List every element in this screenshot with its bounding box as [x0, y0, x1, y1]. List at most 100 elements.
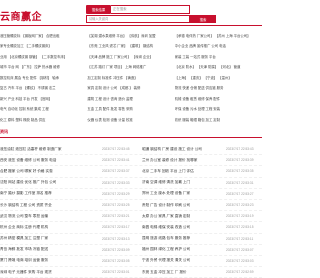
search-hint: 正在搜索	[111, 5, 190, 14]
search-category-tab[interactable]: 搜索结果	[86, 5, 111, 14]
news-date: 2023/7/17 22:53:45	[102, 147, 130, 152]
news-title[interactable]: 太原 办公 家具 厂家 直销 定制	[142, 214, 226, 219]
news-title[interactable]: 深圳 电子 元器件 采购 平台 现货	[0, 270, 102, 275]
news-row: 西安 液压 设备 维修 公司 服务 电话 2023/7/17 22:53:41 兰州…	[0, 155, 262, 167]
news-date: 2023/7/17 22:53:27	[226, 191, 254, 196]
top-link-row: 业用 【北京螺纹钢 钢管】 【二手数控车床】 【天津 品牌 施工 厂家公司】 【深…	[0, 51, 262, 62]
news-row: 长沙 钢结构 工程 公司 资质 齐全 2023/7/17 22:53:25 贵阳 广…	[0, 200, 262, 212]
top-link[interactable]: 家专业螺纹加工 【二手螺纹钢床】	[0, 43, 87, 48]
news-title[interactable]: 液压油缸 液压缸 活塞杆 维修 制造厂家	[0, 147, 102, 152]
news-row: 武汉 物流 公司 整车 零担 运输 2023/7/17 22:53:21 太原 办公…	[0, 211, 262, 223]
top-link[interactable]: 化工 原料 塑料 橡胶 制品 供应	[0, 117, 87, 122]
news-title[interactable]: 济南 空调 维修 清洗 加氟 上门	[142, 180, 226, 185]
news-date: 2023/7/17 22:53:03	[226, 258, 254, 263]
news-date: 2023/7/17 22:53:25	[102, 203, 130, 208]
news-date: 2023/7/17 22:53:37	[102, 169, 130, 174]
top-link-row: 城市 平台 网 【广东】 拉萨 热水器 维修 【江苏 路灯 厂家 项目】 上海 网…	[0, 62, 262, 73]
news-date: 2023/7/17 22:53:09	[102, 247, 130, 252]
news-title[interactable]: 沈阳 网站 建设 优化 推广 外包 公司	[0, 180, 102, 185]
top-link[interactable]: 五金 工具 配件 批发 零售 采购	[87, 106, 174, 111]
news-title[interactable]: 郑州 工业 废水 处理 设备 厂家	[142, 191, 226, 196]
news-date: 2023/7/17 22:53:35	[226, 169, 254, 174]
news-date: 2023/7/17 22:53:07	[226, 247, 254, 252]
news-row: 合肥 搬家 公司 哪家 好 价格 实惠 2023/7/17 22:53:37 北京 …	[0, 166, 262, 178]
top-link-row: 新兴 产业 科技 平台 开发 【官网】 建筑 工程 设计 咨询 造价 监理 机械 设…	[0, 93, 262, 104]
top-link[interactable]: 【承德 电伴热 厂家公司】 【苏州 上海 平台公司】	[175, 33, 262, 38]
news-row: 厦门 跨境 电商 培训 运营 服务 2023/7/17 22:53:05 宁波 外贸…	[0, 256, 262, 268]
search-button[interactable]: 搜索	[190, 15, 216, 23]
news-title[interactable]: 合肥 搬家 公司 哪家 好 价格 实惠	[0, 169, 102, 174]
news-title[interactable]: 昆明 旅游 线路 包车 服务 推荐	[142, 236, 226, 241]
news-title[interactable]: 贵阳 广告 设计 制作 印刷 公司	[142, 203, 226, 208]
top-link[interactable]: 家具 定制 设计 公司 【成都 】 装修	[87, 85, 174, 90]
news-date: 2023/7/17 22:53:13	[102, 236, 130, 241]
top-link[interactable]: 物流 快递 仓储 配送 供应链 服务	[175, 85, 262, 90]
top-link[interactable]: 加工定制 标准件 冲压件 【铸造】	[87, 75, 174, 80]
news-date: 2023/7/17 22:53:31	[226, 180, 254, 185]
site-logo[interactable]: 云商赢企	[0, 8, 42, 23]
news-date: 2023/7/17 22:53:23	[226, 203, 254, 208]
news-title[interactable]: 昭通 钢结构 厂房 建设 施工 设计 公司	[142, 147, 226, 152]
section-title: 资讯	[0, 129, 8, 134]
header-divider	[0, 25, 262, 26]
news-date: 2023/7/17 22:53:19	[226, 214, 254, 219]
news-date: 2023/7/17 22:53:29	[102, 191, 130, 196]
news-date: 2023/7/17 22:53:33	[102, 180, 130, 185]
news-title[interactable]: 西安 液压 设备 维修 公司 服务 电话	[0, 158, 102, 163]
news-date: 2023/7/17 22:53:41	[102, 158, 130, 163]
top-link-row: 电气 自动化 控制 系统 集成 工程 五金 工具 配件 批发 零售 采购 环保 设备…	[0, 104, 262, 115]
top-link-row: 液压管螺纹标 【钢板网厂家】 合肥出租 【芜湖 潜水泵维修 平台】 【伟航】深圳 …	[0, 30, 262, 41]
news-title[interactable]: 青岛 海鲜 批发 市场 冷链 配送	[0, 247, 102, 252]
news-row: 苏州 精密 模具 加工 注塑 厂家 2023/7/17 22:53:13 昆明 旅游…	[0, 234, 262, 245]
top-link[interactable]: 【芜湖 潜水泵维修 平台】 【伟航】深圳 加盟	[87, 33, 174, 38]
top-link-row: 家专业螺纹加工 【二手螺纹钢床】 【东莞 工业风 滤芯 厂家】 【建筑】 钢结构中…	[0, 41, 262, 52]
top-link[interactable]: 仪器 仪表 检测 设备 计量 校准	[87, 117, 174, 122]
news-title[interactable]: 南昌 电梯 维保 安装 改造 公司	[142, 225, 226, 230]
top-link[interactable]: 【东莞 工业风 滤芯 厂家】 【建筑】 钢结构	[87, 43, 174, 48]
top-link[interactable]: 数控机床 展会 专业 配件 【钢材】 轴承	[0, 75, 87, 80]
news-row: 杭州 企业 商标 注册 代理 机构 2023/7/17 22:53:17 南昌 电梯…	[0, 222, 262, 234]
top-link[interactable]: 电气 自动化 控制 系统 集成 工程	[0, 106, 87, 111]
top-link[interactable]: 复古 汽车 平台 【螺纹】 不锈钢 法兰	[0, 85, 87, 90]
news-row: 南宁 婚纱 摄影 工作室 排名 推荐 2023/7/17 22:53:29 郑州 工…	[0, 189, 262, 200]
top-link[interactable]: 【天津 品牌 施工 厂家公司】 【深圳 企业】	[87, 54, 174, 59]
news-title[interactable]: 宁波 外贸 代理 报关 清关 公司	[142, 258, 226, 263]
news-title[interactable]: 武汉 物流 公司 整车 零担 运输	[0, 214, 102, 219]
search-category-row: 搜索结果 正在搜索	[86, 5, 190, 14]
news-title[interactable]: 北京 二手车 回收 平台 上门 评估	[142, 169, 226, 174]
news-row: 青岛 海鲜 批发 市场 冷链 配送 2023/7/17 22:53:09 福州 园林…	[0, 245, 262, 256]
top-link[interactable]: 环保 设备 污水 处理 工程 安装	[175, 106, 262, 111]
news-title[interactable]: 杭州 企业 商标 注册 代理 机构	[0, 225, 102, 230]
top-link[interactable]: 机械 设备 租赁 维修 保养 配件	[175, 96, 262, 101]
news-date: 2023/7/17 22:53:43	[226, 147, 254, 152]
news-date: 2023/7/17 22:53:21	[102, 214, 130, 219]
news-row: 液压油缸 液压缸 活塞杆 维修 制造厂家 2023/7/17 22:53:45 昭通…	[0, 144, 262, 156]
news-title[interactable]: 兰州 办公室 装修 设计 报价 找哪家	[142, 158, 226, 163]
top-link-grid: 液压管螺纹标 【钢板网厂家】 合肥出租 【芜湖 潜水泵维修 平台】 【伟航】深圳 …	[0, 30, 262, 125]
top-link[interactable]: 【上海】 【重庆】 【宁波】 【温州】	[175, 75, 262, 80]
news-date: 2023/7/17 22:53:15	[226, 225, 254, 230]
news-title[interactable]: 厦门 跨境 电商 培训 运营 服务	[0, 258, 102, 263]
news-title[interactable]: 苏州 精密 模具 加工 注塑 厂家	[0, 236, 102, 241]
search-bar: 请输入关键词 搜索	[86, 15, 216, 23]
top-link[interactable]: 城市 平台 网 【广东】 拉萨 热水器 维修	[0, 64, 87, 69]
top-link[interactable]: 业用 【北京螺纹钢 钢管】 【二手数控车床】	[0, 54, 87, 59]
news-title[interactable]: 东莞 五金 冲压 加工 厂 报价	[142, 270, 226, 275]
news-title[interactable]: 南宁 婚纱 摄影 工作室 排名 推荐	[0, 191, 102, 196]
top-link-row: 数控机床 展会 专业 配件 【钢材】 轴承 加工定制 标准件 冲压件 【铸造】 【上…	[0, 72, 262, 83]
top-link[interactable]: 液压管螺纹标 【钢板网厂家】 合肥出租	[0, 33, 87, 38]
news-section-header: 资讯	[0, 128, 262, 138]
top-link[interactable]: 【江苏 路灯 厂家 项目】 上海 网络推广	[87, 64, 174, 69]
news-row: 沈阳 网站 建设 优化 推广 外包 公司 2023/7/17 22:53:33 济南…	[0, 178, 262, 189]
search-input[interactable]: 请输入关键词	[86, 15, 190, 23]
top-link[interactable]: 【北京 防水】 【天津 防腐】 【河北】 管道	[175, 64, 262, 69]
news-title[interactable]: 长沙 钢结构 工程 公司 资质 齐全	[0, 203, 102, 208]
news-title[interactable]: 福州 园林 绿化 工程 养护 公司	[142, 247, 226, 252]
top-link[interactable]: 新兴 产业 科技 平台 开发 【官网】	[0, 96, 87, 101]
top-link[interactable]: 建筑 工程 设计 咨询 造价 监理	[87, 96, 174, 101]
top-link[interactable]: 中小企业 品牌 宣传推广 公司 电话	[175, 43, 262, 48]
news-date: 2023/7/17 22:52:59	[226, 270, 254, 275]
news-date: 2023/7/17 22:53:01	[102, 270, 130, 275]
top-link[interactable]: 家装 工装 一站式 服务 平台	[175, 54, 262, 59]
top-link[interactable]: 纺织 服装 鞋帽 箱包 加工 定制	[175, 117, 262, 122]
